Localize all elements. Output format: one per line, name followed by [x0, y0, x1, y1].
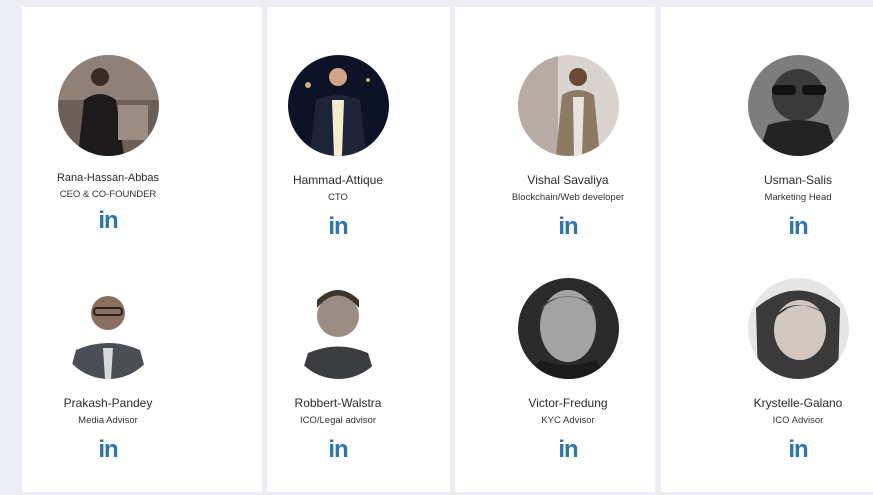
member-role: CEO & CO-FOUNDER: [59, 189, 157, 200]
member-role: ICO/Legal advisor: [299, 415, 377, 426]
member-role: Blockchain/Web developer: [511, 192, 625, 203]
member-name: Usman-Salis: [763, 173, 832, 187]
member-name: Vishal Savaliya: [527, 173, 609, 187]
linkedin-icon[interactable]: in: [328, 214, 348, 240]
avatar: [747, 278, 849, 379]
member-role: Marketing Head: [764, 192, 832, 203]
team-member: Krystelle-Galano ICO Advisor in: [698, 278, 873, 463]
member-role: ICO Advisor: [772, 415, 824, 426]
linkedin-icon[interactable]: in: [328, 437, 348, 463]
member-role: KYC Advisor: [541, 415, 595, 426]
member-name: Hammad-Attique: [292, 173, 384, 187]
avatar: [287, 278, 389, 379]
linkedin-icon[interactable]: in: [558, 214, 578, 240]
avatar: [287, 55, 389, 156]
linkedin-icon[interactable]: in: [558, 437, 578, 463]
team-member: Vishal Savaliya Blockchain/Web developer…: [468, 55, 668, 240]
member-name: Robbert-Walstra: [294, 396, 382, 410]
team-member: Robbert-Walstra ICO/Legal advisor in: [238, 278, 438, 463]
avatar: [57, 278, 159, 379]
avatar: [517, 55, 619, 156]
member-name: Prakash-Pandey: [63, 396, 153, 410]
linkedin-icon[interactable]: in: [788, 437, 808, 463]
linkedin-icon[interactable]: in: [788, 214, 808, 240]
member-name: Victor-Fredung: [528, 396, 608, 410]
member-role: CTO: [328, 192, 348, 203]
member-name: Krystelle-Galano: [753, 396, 843, 410]
team-member: Victor-Fredung KYC Advisor in: [468, 278, 668, 463]
member-role: Media Advisor: [78, 415, 138, 426]
team-member: Hammad-Attique CTO in: [238, 55, 438, 240]
team-member: Prakash-Pandey Media Advisor in: [8, 278, 208, 463]
member-name: Rana-Hassan-Abbas: [56, 172, 160, 184]
avatar: [57, 55, 159, 156]
linkedin-icon[interactable]: in: [98, 437, 118, 463]
avatar: [517, 278, 619, 379]
avatar: [747, 55, 849, 156]
linkedin-icon[interactable]: in: [98, 208, 118, 234]
team-member: Rana-Hassan-Abbas CEO & CO-FOUNDER in: [8, 55, 208, 234]
team-member: Usman-Salis Marketing Head in: [698, 55, 873, 240]
